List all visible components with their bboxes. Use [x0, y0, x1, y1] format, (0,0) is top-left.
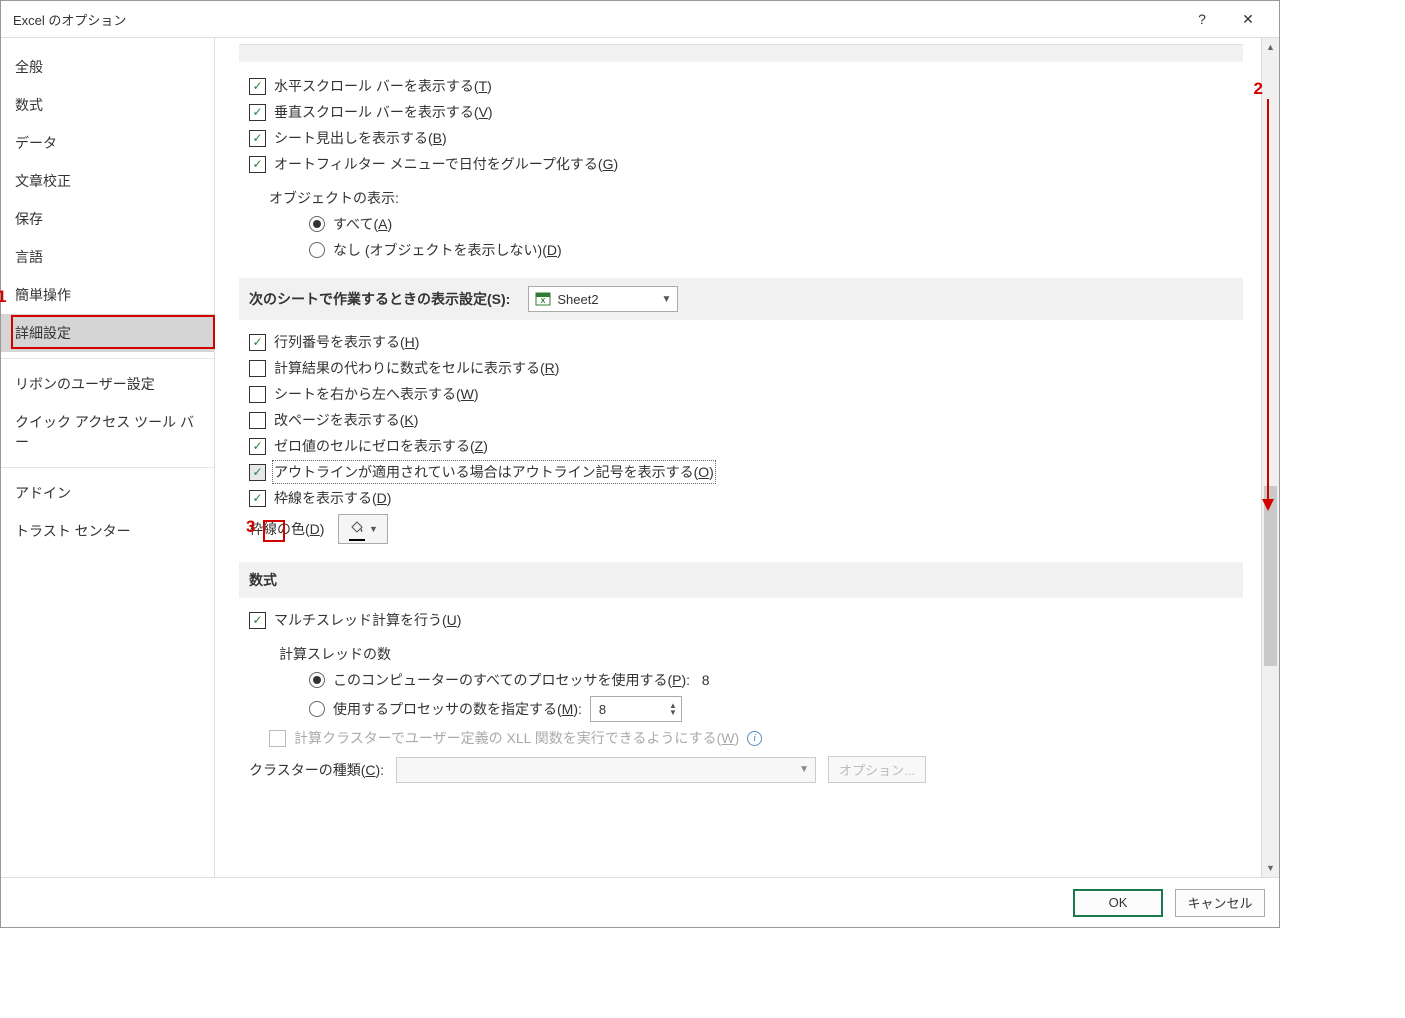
obj-radio-0-label: すべて(A) — [333, 214, 392, 234]
cluster-type-label: クラスターの種類(C): — [249, 760, 384, 780]
sheet-check-5-label: アウトラインが適用されている場合はアウトライン記号を表示する(O) — [274, 462, 714, 482]
titlebar: Excel のオプション ? ✕ — [1, 1, 1279, 37]
top-check-0-label: 水平スクロール バーを表示する(T) — [274, 76, 492, 96]
sheet-icon: X — [535, 291, 551, 307]
sheet-check-0-label: 行列番号を表示する(H) — [274, 332, 419, 352]
multithread-checkbox[interactable] — [249, 612, 266, 629]
nav-data[interactable]: データ — [1, 124, 214, 162]
obj-radio-1[interactable] — [309, 242, 325, 258]
nav-general[interactable]: 全般 — [1, 48, 214, 86]
all-processors-label: このコンピューターのすべてのプロセッサを使用する(P): 8 — [333, 670, 710, 690]
cancel-button[interactable]: キャンセル — [1175, 889, 1265, 917]
nav-save[interactable]: 保存 — [1, 200, 214, 238]
scroll-up-button[interactable]: ▲ — [1262, 38, 1279, 56]
chevron-down-icon: ▼ — [369, 524, 378, 534]
spinner-arrows-icon: ▲▼ — [669, 702, 677, 716]
annotation-1: 1 — [0, 287, 6, 307]
options-content: 水平スクロール バーを表示する(T) 垂直スクロール バーを表示する(V) シー… — [215, 38, 1261, 877]
close-button[interactable]: ✕ — [1225, 4, 1271, 34]
chevron-down-icon: ▼ — [799, 764, 809, 775]
all-processors-radio[interactable] — [309, 672, 325, 688]
nav-customize-ribbon[interactable]: リボンのユーザー設定 — [1, 365, 214, 403]
sheet-check-3[interactable] — [249, 412, 266, 429]
obj-radio-1-label: なし (オブジェクトを表示しない)(D) — [333, 240, 562, 260]
processors-spinner-value: 8 — [599, 702, 665, 717]
threads-heading: 計算スレッドの数 — [279, 644, 1243, 664]
annotation-3: 3 — [246, 517, 255, 537]
partial-top-header — [239, 44, 1243, 62]
info-icon[interactable]: i — [747, 731, 762, 746]
scroll-down-button[interactable]: ▼ — [1262, 859, 1279, 877]
gridline-color-button[interactable]: ▼ — [338, 514, 388, 544]
processors-spinner[interactable]: 8 ▲▼ — [590, 696, 682, 722]
formula-section-label: 数式 — [249, 570, 277, 590]
object-display-heading: オブジェクトの表示: — [269, 188, 1243, 208]
chevron-down-icon: ▼ — [661, 294, 671, 305]
annotation-3-box — [263, 520, 285, 542]
sheet-check-2-label: シートを右から左へ表示する(W) — [274, 384, 479, 404]
cluster-options-button: オプション... — [828, 756, 926, 783]
nav-trust-center[interactable]: トラスト センター — [1, 512, 214, 550]
sheet-check-2[interactable] — [249, 386, 266, 403]
nav-quick-access[interactable]: クイック アクセス ツール バー — [1, 403, 214, 461]
annotation-2-arrow — [1267, 99, 1274, 511]
obj-radio-0[interactable] — [309, 216, 325, 232]
sheet-check-1-label: 計算結果の代わりに数式をセルに表示する(R) — [274, 358, 559, 378]
top-check-1-label: 垂直スクロール バーを表示する(V) — [274, 102, 493, 122]
ok-button[interactable]: OK — [1073, 889, 1163, 917]
paint-bucket-icon — [349, 521, 365, 538]
excel-options-dialog: 1 2 3 Excel のオプション ? ✕ 全般 数式 データ 文章校正 保存… — [0, 0, 1280, 928]
top-check-2[interactable] — [249, 130, 266, 147]
top-check-1[interactable] — [249, 104, 266, 121]
nav-addins[interactable]: アドイン — [1, 474, 214, 512]
window-title: Excel のオプション — [13, 10, 1179, 29]
sheet-combo[interactable]: X Sheet2 ▼ — [528, 286, 678, 312]
cluster-xll-label: 計算クラスターでユーザー定義の XLL 関数を実行できるようにする(W) — [294, 728, 739, 748]
sheet-check-5[interactable] — [249, 464, 266, 481]
sheet-combo-value: Sheet2 — [557, 292, 598, 307]
scroll-thumb[interactable] — [1264, 486, 1277, 666]
cluster-type-combo: ▼ — [396, 757, 816, 783]
help-button[interactable]: ? — [1179, 4, 1225, 34]
annotation-2: 2 — [1254, 79, 1263, 99]
top-check-3-label: オートフィルター メニューで日付をグループ化する(G) — [274, 154, 618, 174]
top-check-3[interactable] — [249, 156, 266, 173]
top-check-0[interactable] — [249, 78, 266, 95]
annotation-1-box — [11, 315, 215, 349]
cluster-xll-checkbox — [269, 730, 286, 747]
sheet-display-section: 次のシートで作業するときの表示設定(S): X Sheet2 ▼ — [239, 278, 1243, 320]
sheet-check-3-label: 改ページを表示する(K) — [274, 410, 418, 430]
sheet-check-4-label: ゼロ値のセルにゼロを表示する(Z) — [274, 436, 488, 456]
nav-proofing[interactable]: 文章校正 — [1, 162, 214, 200]
gridline-color-label: 枠線の色(D) — [249, 519, 324, 539]
category-sidebar: 全般 数式 データ 文章校正 保存 言語 簡単操作 詳細設定 リボンのユーザー設… — [1, 38, 215, 877]
sheet-check-6[interactable] — [249, 490, 266, 507]
sheet-check-1[interactable] — [249, 360, 266, 377]
sheet-check-4[interactable] — [249, 438, 266, 455]
multithread-label: マルチスレッド計算を行う(U) — [274, 610, 461, 630]
sheet-check-0[interactable] — [249, 334, 266, 351]
formula-section: 数式 — [239, 562, 1243, 598]
dialog-footer: OK キャンセル — [1, 877, 1279, 927]
sheet-check-6-label: 枠線を表示する(D) — [274, 488, 391, 508]
specify-processors-label: 使用するプロセッサの数を指定する(M): — [333, 699, 582, 719]
sheet-section-label: 次のシートで作業するときの表示設定(S): — [249, 289, 510, 309]
nav-language[interactable]: 言語 — [1, 238, 214, 276]
svg-text:X: X — [541, 298, 546, 305]
top-check-2-label: シート見出しを表示する(B) — [274, 128, 447, 148]
nav-formulas[interactable]: 数式 — [1, 86, 214, 124]
nav-easy-access[interactable]: 簡単操作 — [1, 276, 214, 314]
specify-processors-radio[interactable] — [309, 701, 325, 717]
